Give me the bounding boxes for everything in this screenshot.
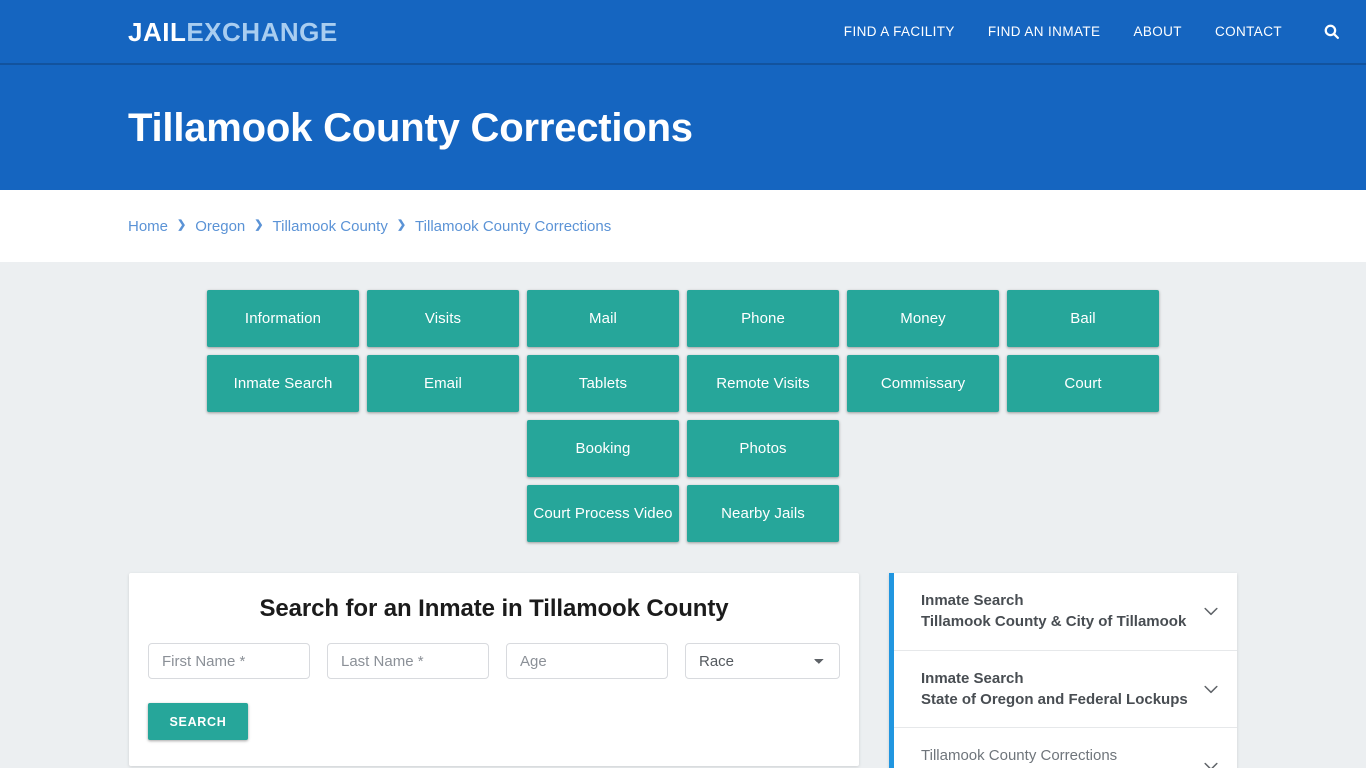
accordion-item-text: Inmate Search State of Oregon and Federa… — [921, 668, 1193, 711]
search-icon[interactable] — [1320, 21, 1342, 43]
search-fields: Race — [147, 643, 841, 679]
chevron-down-icon[interactable] — [1201, 601, 1221, 621]
accordion-item-text: Tillamook County Corrections Contact Inf… — [921, 745, 1193, 768]
nav-item-about[interactable]: ABOUT — [1133, 24, 1182, 39]
accordion-item-text: Inmate Search Tillamook County & City of… — [921, 590, 1193, 633]
chevron-right-icon: ❯ — [177, 218, 187, 231]
section-button-email[interactable]: Email — [367, 355, 519, 412]
breadcrumb-bar: Home ❯ Oregon ❯ Tillamook County ❯ Tilla… — [0, 190, 1366, 262]
accordion-item-line1: Inmate Search — [921, 669, 1024, 687]
accordion-item-line2: Tillamook County & City of Tillamook — [921, 613, 1187, 631]
section-button-photos[interactable]: Photos — [687, 420, 839, 477]
main-navigation: FIND A FACILITY FIND AN INMATE ABOUT CON… — [844, 21, 1342, 43]
section-button-visits[interactable]: Visits — [367, 290, 519, 347]
accordion-item-line2: State of Oregon and Federal Lockups — [921, 690, 1188, 708]
facility-section-buttons-row3: Court Process Video Nearby Jails — [135, 485, 1231, 542]
section-button-inmate-search[interactable]: Inmate Search — [207, 355, 359, 412]
section-button-tablets[interactable]: Tablets — [527, 355, 679, 412]
section-button-mail[interactable]: Mail — [527, 290, 679, 347]
logo-text-secondary: EXCHANGE — [186, 16, 338, 47]
search-button[interactable]: SEARCH — [148, 703, 248, 740]
page-title: Tillamook County Corrections — [128, 105, 693, 150]
section-button-nearby-jails[interactable]: Nearby Jails — [687, 485, 839, 542]
accordion-item-line1: Tillamook County Corrections — [921, 747, 1118, 765]
section-button-information[interactable]: Information — [207, 290, 359, 347]
sidebar-accordion: Inmate Search Tillamook County & City of… — [889, 573, 1237, 768]
accordion-item-line1: Inmate Search — [921, 592, 1024, 609]
hero-banner: Tillamook County Corrections — [0, 65, 1366, 190]
section-button-court-process-video[interactable]: Court Process Video — [527, 485, 679, 542]
section-button-commissary[interactable]: Commissary — [847, 355, 999, 412]
page-body: Information Visits Mail Phone Money Bail… — [0, 262, 1366, 768]
section-button-booking[interactable]: Booking — [527, 420, 679, 477]
facility-section-buttons: Information Visits Mail Phone Money Bail… — [135, 290, 1231, 477]
breadcrumb-item-current: Tillamook County Corrections — [415, 217, 612, 235]
race-select[interactable]: Race — [685, 643, 840, 679]
first-name-input[interactable] — [148, 643, 310, 679]
section-button-money[interactable]: Money — [847, 290, 999, 347]
chevron-right-icon: ❯ — [254, 218, 264, 231]
chevron-right-icon: ❯ — [396, 218, 407, 231]
breadcrumb-item-oregon[interactable]: Oregon — [195, 218, 245, 235]
site-logo[interactable]: JAILEXCHANGE — [128, 19, 338, 45]
section-button-bail[interactable]: Bail — [1007, 290, 1159, 347]
logo-text-primary: JAIL — [128, 16, 187, 47]
section-button-court[interactable]: Court — [1007, 355, 1159, 412]
accordion-item-inmate-search-county[interactable]: Inmate Search Tillamook County & City of… — [894, 573, 1237, 651]
section-button-remote-visits[interactable]: Remote Visits — [687, 355, 839, 412]
accordion-item-inmate-search-state[interactable]: Inmate Search State of Oregon and Federa… — [894, 651, 1237, 729]
nav-item-find-a-facility[interactable]: FIND A FACILITY — [844, 24, 955, 39]
chevron-down-icon[interactable] — [1201, 679, 1221, 699]
breadcrumb-item-home[interactable]: Home — [128, 218, 168, 235]
last-name-input[interactable] — [327, 643, 489, 679]
chevron-down-icon[interactable] — [1201, 756, 1221, 768]
breadcrumb: Home ❯ Oregon ❯ Tillamook County ❯ Tilla… — [128, 218, 611, 235]
age-input[interactable] — [506, 643, 668, 679]
nav-item-find-an-inmate[interactable]: FIND AN INMATE — [988, 24, 1101, 39]
lower-content: Search for an Inmate in Tillamook County… — [129, 573, 1237, 768]
inmate-search-card: Search for an Inmate in Tillamook County… — [129, 573, 859, 766]
accordion-item-contact-information[interactable]: Tillamook County Corrections Contact Inf… — [894, 728, 1237, 768]
top-navbar: JAILEXCHANGE FIND A FACILITY FIND AN INM… — [0, 0, 1366, 65]
nav-item-contact[interactable]: CONTACT — [1215, 24, 1282, 39]
search-card-title: Search for an Inmate in Tillamook County — [259, 595, 729, 622]
section-button-phone[interactable]: Phone — [687, 290, 839, 347]
breadcrumb-item-tillamook-county[interactable]: Tillamook County — [273, 218, 388, 235]
